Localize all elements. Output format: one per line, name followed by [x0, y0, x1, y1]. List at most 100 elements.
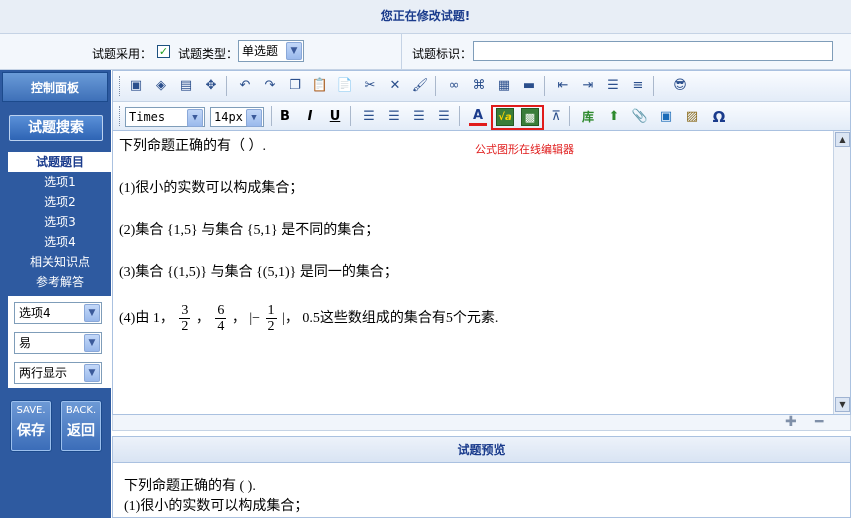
align-left-icon[interactable]: ☰: [360, 108, 378, 126]
toolbar-separator: [653, 76, 654, 96]
align-justify-icon[interactable]: ☰: [435, 108, 453, 126]
content-line: (2)集合 {1,5} 与集合 {5,1} 是不同的集合；: [119, 223, 380, 238]
align-right-icon[interactable]: ☰: [410, 108, 428, 126]
preview-line: 下列命题正确的有 ( ).: [124, 479, 256, 494]
expand-icon[interactable]: ✚: [785, 414, 797, 430]
text-run: (4)由 1，: [119, 311, 174, 327]
fullscreen-icon[interactable]: ✥: [202, 77, 220, 95]
image-icon[interactable]: ▨: [683, 108, 701, 126]
adopt-checkbox[interactable]: ✓: [157, 45, 170, 58]
font-size-value: 14px: [214, 110, 243, 124]
editor-scrollbar[interactable]: ▲ ▼: [833, 131, 850, 414]
numerator: 6: [215, 303, 227, 320]
scroll-up-icon[interactable]: ▲: [835, 132, 850, 147]
editor-content[interactable]: 公式图形在线编辑器 下列命题正确的有（ ）. (1)很小的实数可以构成集合； (…: [113, 131, 833, 414]
preview-content: 下列命题正确的有 ( ). (1)很小的实数可以构成集合；: [112, 463, 851, 518]
sidebar-settings: 选项4 ▼ 易 ▼ 两行显示 ▼: [8, 296, 112, 388]
question-search-button[interactable]: 试题搜索: [9, 115, 103, 141]
undo-icon[interactable]: ↶: [236, 77, 254, 95]
option-count-select[interactable]: 选项4 ▼: [14, 302, 102, 324]
text-run: ，: [231, 311, 246, 327]
underline-button[interactable]: U: [326, 108, 344, 126]
chevron-down-icon[interactable]: ▼: [84, 304, 100, 322]
font-size-select[interactable]: 14px ▼: [210, 107, 264, 127]
chevron-down-icon[interactable]: ▼: [84, 334, 100, 352]
text-color-button[interactable]: A: [469, 107, 487, 126]
numerator: 3: [179, 303, 191, 320]
delete-icon[interactable]: ✕: [386, 77, 404, 95]
emoticon-icon[interactable]: 😎: [671, 77, 689, 95]
source-code-icon[interactable]: ◈: [152, 77, 170, 95]
redo-icon[interactable]: ↷: [261, 77, 279, 95]
page-break-icon[interactable]: ⊼: [547, 108, 565, 126]
cut-icon[interactable]: ✂: [361, 77, 379, 95]
save-button[interactable]: SAVE. 保存: [10, 400, 52, 452]
option-count-value: 选项4: [19, 306, 51, 320]
fraction: 12: [265, 303, 277, 335]
library-button[interactable]: 库: [579, 108, 597, 126]
special-char-button[interactable]: Ω: [710, 108, 728, 126]
sidebar-item-option-3[interactable]: 选项3: [8, 212, 112, 232]
content-line: 下列命题正确的有（ ）.: [119, 139, 266, 154]
align-center-icon[interactable]: ☰: [385, 108, 403, 126]
new-document-icon[interactable]: ▤: [177, 77, 195, 95]
copy-icon[interactable]: ❐: [286, 77, 304, 95]
toolbar-separator: [459, 106, 460, 126]
toolbar-separator: [435, 76, 436, 96]
sidebar-item-knowledge-points[interactable]: 相关知识点: [8, 252, 112, 272]
back-button-label: 返回: [67, 423, 95, 439]
sidebar-item-reference-answer[interactable]: 参考解答: [8, 272, 112, 292]
content-line: (3)集合 {(1,5)} 与集合 {(5,1)} 是同一的集合；: [119, 265, 398, 280]
attachment-icon[interactable]: 📎: [631, 108, 649, 126]
denominator: 2: [181, 319, 189, 335]
page-title: 您正在修改试题!: [0, 0, 851, 34]
flash-icon[interactable]: ▣: [657, 108, 675, 126]
toolbar-separator: [569, 106, 570, 126]
back-button[interactable]: BACK. 返回: [60, 400, 102, 452]
horizontal-rule-icon[interactable]: ▬: [520, 77, 538, 95]
save-button-caption: SAVE.: [16, 405, 46, 416]
italic-button[interactable]: I: [301, 108, 319, 126]
save-icon[interactable]: ▣: [127, 77, 145, 95]
question-meta-form: 试题采用： ✓ 试题类型： 单选题 ▼ 试题标识：: [0, 34, 851, 70]
font-family-value: Times: [129, 110, 166, 124]
preview-line: (1)很小的实数可以构成集合；: [124, 499, 309, 514]
table-icon[interactable]: ▦: [495, 77, 513, 95]
font-family-select[interactable]: Times ▼: [125, 107, 205, 127]
paste-text-icon[interactable]: 📄: [336, 77, 354, 95]
display-mode-select[interactable]: 两行显示 ▼: [14, 362, 102, 384]
display-mode-value: 两行显示: [19, 366, 68, 380]
sidebar-item-option-4[interactable]: 选项4: [8, 232, 112, 252]
upload-image-icon[interactable]: ⬆: [605, 108, 623, 126]
chevron-down-icon[interactable]: ▼: [187, 109, 203, 127]
question-type-select[interactable]: 单选题 ▼: [238, 40, 304, 62]
toolbar-separator: [226, 76, 227, 96]
clear-format-icon[interactable]: 🖌: [411, 77, 429, 95]
bold-button[interactable]: B: [276, 108, 294, 126]
editor-resize-bar: ✚ ━: [112, 414, 851, 431]
collapse-icon[interactable]: ━: [815, 414, 823, 430]
sidebar-item-option-1[interactable]: 选项1: [8, 172, 112, 192]
chevron-down-icon[interactable]: ▼: [286, 42, 302, 60]
outdent-icon[interactable]: ⇥: [579, 77, 597, 95]
scroll-down-icon[interactable]: ▼: [835, 397, 850, 412]
ordered-list-icon[interactable]: ☰: [604, 77, 622, 95]
difficulty-select[interactable]: 易 ▼: [14, 332, 102, 354]
paste-icon[interactable]: 📋: [311, 77, 329, 95]
chevron-down-icon[interactable]: ▼: [246, 109, 262, 127]
unordered-list-icon[interactable]: ≡: [629, 77, 647, 95]
indent-icon[interactable]: ⇤: [554, 77, 572, 95]
sidebar-item-question-stem[interactable]: 试题题目: [8, 152, 112, 172]
text-run: |−: [249, 311, 261, 327]
question-tag-input[interactable]: [473, 41, 833, 61]
difficulty-value: 易: [19, 336, 32, 350]
fraction: 64: [215, 303, 227, 335]
unlink-icon[interactable]: ⌘: [470, 77, 488, 95]
toolbar-separator: [544, 76, 545, 96]
sidebar-item-option-2[interactable]: 选项2: [8, 192, 112, 212]
link-icon[interactable]: ∞: [445, 77, 463, 95]
chevron-down-icon[interactable]: ▼: [84, 364, 100, 382]
editor-toolbar-top: ▣ ◈ ▤ ✥ ↶ ↷ ❐ 📋 📄 ✂ ✕ 🖌 ∞ ⌘ ▦ ▬ ⇤ ⇥ ☰ ≡ …: [113, 71, 850, 102]
form-divider: [401, 34, 402, 70]
formula-tools-highlight: [491, 105, 544, 130]
